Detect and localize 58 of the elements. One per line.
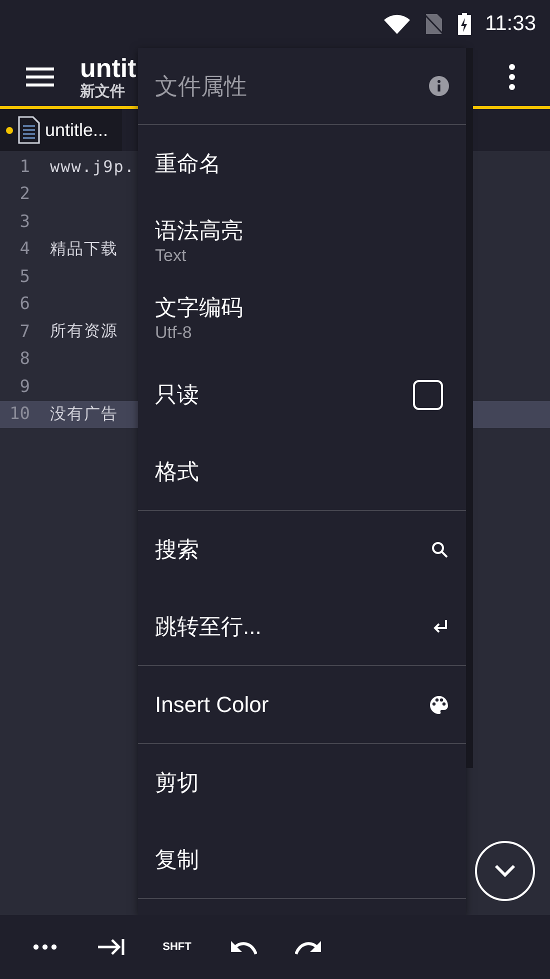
line-number: 1 [18, 156, 30, 177]
document-subtitle: 新文件 [80, 82, 125, 100]
tab-arrow-icon [97, 937, 125, 957]
more-icon [508, 64, 516, 90]
menu-item-label: Insert Color [155, 692, 269, 718]
code-text: 所有资源 [50, 321, 118, 342]
line-number: 5 [18, 266, 30, 287]
line-number: 2 [18, 184, 30, 204]
menu-item[interactable]: 剪切 [138, 744, 466, 821]
enter-arrow-icon [431, 618, 449, 636]
menu-item-label: 语法高亮 [155, 216, 243, 244]
menu-item-value: Utf-8 [155, 322, 193, 342]
menu-item[interactable]: 只读 [138, 356, 466, 433]
file-tab[interactable]: untitle... [0, 109, 122, 151]
search-icon [431, 540, 449, 558]
menu-item-label: 重命名 [155, 150, 221, 178]
code-text: 精品下载 [50, 238, 118, 260]
menu-item[interactable]: 复制 [138, 821, 466, 898]
menu-item-label: 复制 [155, 846, 199, 874]
palette-icon [429, 694, 449, 714]
chevron-down-icon [494, 864, 516, 878]
menu-item-value: Text [155, 246, 188, 266]
line-number: 10 [8, 404, 30, 424]
line-number: 4 [18, 239, 30, 260]
no-sim-icon [424, 13, 444, 35]
line-number: 8 [18, 349, 30, 370]
menu-item[interactable]: 重命名 [138, 125, 466, 202]
menu-item-label: 搜索 [155, 536, 199, 564]
menu-item-label: 剪切 [155, 768, 199, 796]
menu-item[interactable]: 跳转至行... [138, 588, 466, 665]
menu-item[interactable]: 文字编码 Utf-8 [138, 279, 466, 356]
menu-item[interactable]: 语法高亮 Text [138, 202, 466, 279]
checkbox[interactable] [413, 380, 443, 410]
document-title: untit [80, 54, 136, 82]
shift-key-button[interactable]: SHFT [144, 941, 210, 953]
menu-item-label: 文字编码 [155, 294, 243, 322]
status-time: 11:33 [485, 12, 536, 36]
menu-item[interactable]: 搜索 [138, 511, 466, 588]
document-icon [18, 116, 40, 144]
dots-icon [33, 944, 57, 950]
menu-icon [26, 67, 54, 87]
menu-item-label: 格式 [155, 458, 199, 486]
menu-header: 文件属性 [155, 72, 247, 100]
menu-item-label: 只读 [155, 380, 199, 408]
menu-item[interactable]: 格式 [138, 433, 466, 510]
undo-icon [229, 938, 257, 956]
code-text: www.j9p. [50, 157, 136, 176]
line-number: 9 [18, 376, 30, 397]
line-number: 3 [18, 212, 30, 232]
wifi-icon [384, 14, 410, 34]
menu-item-label: 跳转至行... [155, 612, 262, 640]
code-text: 没有广告 [50, 404, 118, 425]
line-number: 6 [18, 294, 30, 314]
menu-item[interactable]: Insert Color [138, 666, 466, 743]
more-options-button[interactable] [508, 64, 516, 90]
info-icon [429, 76, 449, 96]
line-number: 7 [18, 322, 30, 342]
battery-charging-icon [458, 13, 471, 35]
